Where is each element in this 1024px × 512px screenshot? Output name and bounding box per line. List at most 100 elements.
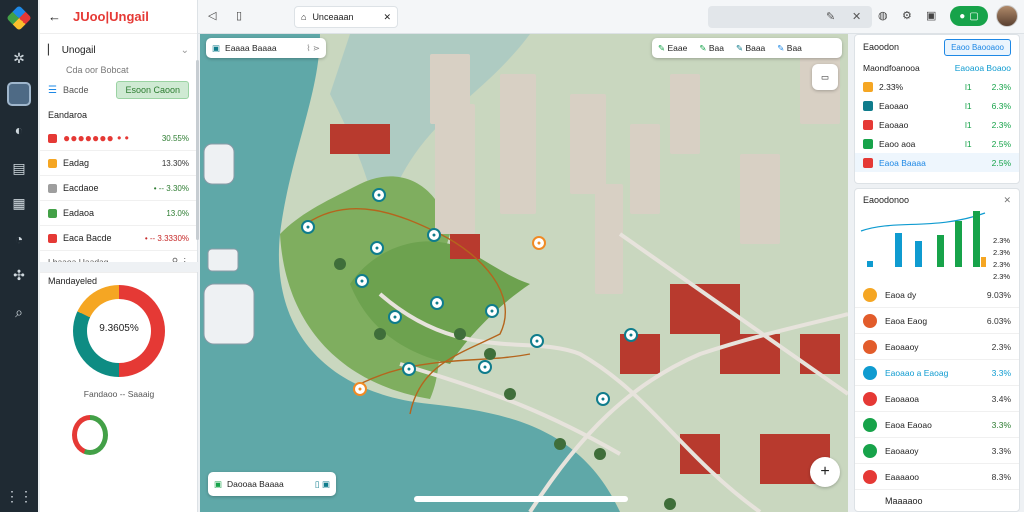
search-bar[interactable]: ✎ ✕	[708, 6, 872, 28]
table-column-label: Eaoaoa Boaoo	[954, 63, 1011, 73]
map-pin[interactable]: ●	[485, 304, 499, 318]
item-status-icon	[863, 469, 877, 484]
bookmark-icon[interactable]: ▯	[236, 9, 242, 22]
notification-icon[interactable]: ▣	[926, 9, 936, 22]
summary-row[interactable]: Eaoaao l1 6.3%	[855, 96, 1019, 115]
summary-row[interactable]: Eaoo aoa l1 2.5%	[855, 134, 1019, 153]
section-title: Unogail	[61, 44, 96, 56]
row-label: Eaoo aoa	[879, 138, 916, 149]
online-status-toggle[interactable]: ● ▢	[950, 6, 988, 26]
apps-grid-icon[interactable]: ⋮⋮	[5, 484, 33, 508]
left-scrollbar[interactable]	[196, 60, 199, 240]
breakdown-item[interactable]: Eaoaaoa 3.4%	[855, 386, 1019, 412]
list-item[interactable]: Eacdaoe • -- 3.30%	[40, 176, 197, 201]
tag-label: Baaa	[745, 42, 766, 53]
map-pin[interactable]: ●	[596, 392, 610, 406]
map-pin[interactable]: ●	[530, 334, 544, 348]
zoom-in-button[interactable]: +	[810, 457, 840, 487]
map-icon: ▣	[214, 478, 223, 489]
filter-icon[interactable]: ⌇ ⋗	[306, 43, 320, 54]
map-pin[interactable]: ●	[430, 296, 444, 310]
summary-action-button[interactable]: Eaoo Baooaoo	[944, 38, 1011, 56]
item-status-icon	[863, 313, 877, 328]
map-search-card[interactable]: ▣ Eaaaa Baaaa ⌇ ⋗	[206, 38, 326, 58]
map-horizontal-scrollbar	[414, 496, 628, 502]
breakdown-item[interactable]: Eaoaao a Eaoag 3.3%	[855, 360, 1019, 386]
map-pin[interactable]: ●	[478, 360, 492, 374]
category-color-icon	[48, 133, 57, 143]
item-value: 9.03%	[986, 289, 1011, 300]
browser-icon[interactable]: ◍	[878, 9, 888, 22]
map-tag[interactable]: ✎ Baa	[777, 43, 802, 54]
map-pin[interactable]: ●	[355, 274, 369, 288]
bottom-card-icons[interactable]: ▯ ▣	[315, 479, 330, 490]
green-action-button[interactable]: Esoon Caoon	[116, 81, 189, 99]
breakdown-footer: Maaaaoo	[855, 490, 1019, 512]
tag-label: Baa	[786, 42, 802, 53]
nav-back-icon[interactable]: ◁	[208, 9, 216, 22]
list-item-value: • -- 3.30%	[153, 183, 189, 193]
breakdown-item[interactable]: Eaoaaoy 3.3%	[855, 438, 1019, 464]
list-item[interactable]: Eadaoa 13.0%	[40, 201, 197, 226]
summary-title: Eaoodon	[863, 42, 900, 52]
map-pin-highlight[interactable]: ●	[353, 382, 367, 396]
summary-row[interactable]: 2.33% l1 2.3%	[855, 77, 1019, 96]
map-tag[interactable]: ✎ Baaa	[736, 43, 765, 54]
chevron-down-icon[interactable]: ⌄	[181, 45, 189, 56]
row-label: Eaoaao	[879, 119, 909, 130]
share-icon[interactable]: ✲	[7, 46, 31, 70]
document-icon[interactable]: ▤	[7, 156, 31, 180]
map-pin[interactable]: ●	[402, 362, 416, 376]
row-color-icon	[863, 100, 873, 111]
list-item[interactable]: Eadag 13.30%	[40, 151, 197, 176]
tools-icon[interactable]: ✕	[852, 10, 861, 23]
app-logo-icon[interactable]	[6, 5, 32, 31]
map-pin[interactable]: ●	[372, 188, 386, 202]
list-item-value: 13.30%	[161, 158, 189, 168]
item-value: 8.3%	[991, 471, 1011, 482]
map-pin-highlight[interactable]: ●	[532, 236, 546, 250]
compass-icon[interactable]: ◔	[7, 227, 31, 251]
map-pin[interactable]: ●	[388, 310, 402, 324]
summary-row[interactable]: Eaoaao l1 2.3%	[855, 115, 1019, 134]
map-pin[interactable]: ●	[624, 328, 638, 342]
divider	[40, 262, 198, 272]
list-item[interactable]: ●●●●●●● • • 30.55%	[40, 126, 197, 151]
brand-title: JUoo|Ungail	[73, 9, 149, 24]
list-item[interactable]: Eaca Bacde • -- 3.3330%	[40, 226, 197, 251]
list-icon: ☰	[48, 84, 57, 96]
breakdown-item[interactable]: Eaoa Eaog 6.03%	[855, 308, 1019, 334]
map-tag[interactable]: ✎ Eaae	[658, 43, 687, 54]
filter-label[interactable]: Bacde	[63, 85, 89, 95]
map-pin[interactable]: ●	[427, 228, 441, 242]
building-icon[interactable]: ▦	[7, 191, 31, 215]
collapse-icon[interactable]: ▏	[48, 45, 56, 56]
layers-icon[interactable]	[7, 82, 31, 106]
tag-list: ✎ Eaae ✎ Baa ✎ Baaa ✎ Baa	[658, 43, 802, 54]
summary-row[interactable]: Eaoa Baaaa 2.5%	[855, 153, 1019, 172]
breakdown-item[interactable]: Eaoa dy 9.03%	[855, 282, 1019, 308]
search-icon[interactable]: ⌕	[7, 300, 31, 324]
item-value: 6.03%	[986, 315, 1011, 326]
status-dot-icon: ●	[959, 10, 966, 22]
map-pin[interactable]: ●	[370, 241, 384, 255]
map-layer-button[interactable]: ▭	[812, 64, 838, 90]
back-arrow-icon[interactable]: ←	[48, 9, 61, 24]
summary-panel: Eaoodon Eaoo Baooaoo Maondfoanooa Eaoaoa…	[854, 34, 1020, 184]
map-pin[interactable]: ●	[301, 220, 315, 234]
city-map[interactable]: ▣ Eaaaa Baaaa ⌇ ⋗ ✎ Eaae ✎ Baa ✎ Baaa ✎ Baa…	[200, 34, 848, 512]
settings-icon[interactable]: ⚙	[902, 9, 912, 22]
breakdown-item[interactable]: Eaoaaoy 2.3%	[855, 334, 1019, 360]
breakdown-item[interactable]: Eaaaaoo 8.3%	[855, 464, 1019, 490]
network-icon[interactable]: ✣	[7, 263, 31, 287]
globe-icon[interactable]: ◐	[7, 118, 31, 142]
breakdown-item[interactable]: Eaoa Eaoao 3.3%	[855, 412, 1019, 438]
user-avatar[interactable]	[996, 5, 1018, 27]
map-tag[interactable]: ✎ Baa	[699, 43, 724, 54]
active-tab[interactable]: ⌂ Unceaaan ✕	[294, 6, 398, 28]
tick-label: 2.3%	[993, 248, 1011, 257]
map-bottom-card[interactable]: ▣ Daooaa Baaaa ▯ ▣	[208, 472, 336, 496]
close-icon[interactable]: ✕	[383, 12, 391, 23]
pen-icon[interactable]: ✎	[826, 10, 835, 23]
close-icon[interactable]: ✕	[1003, 195, 1011, 206]
